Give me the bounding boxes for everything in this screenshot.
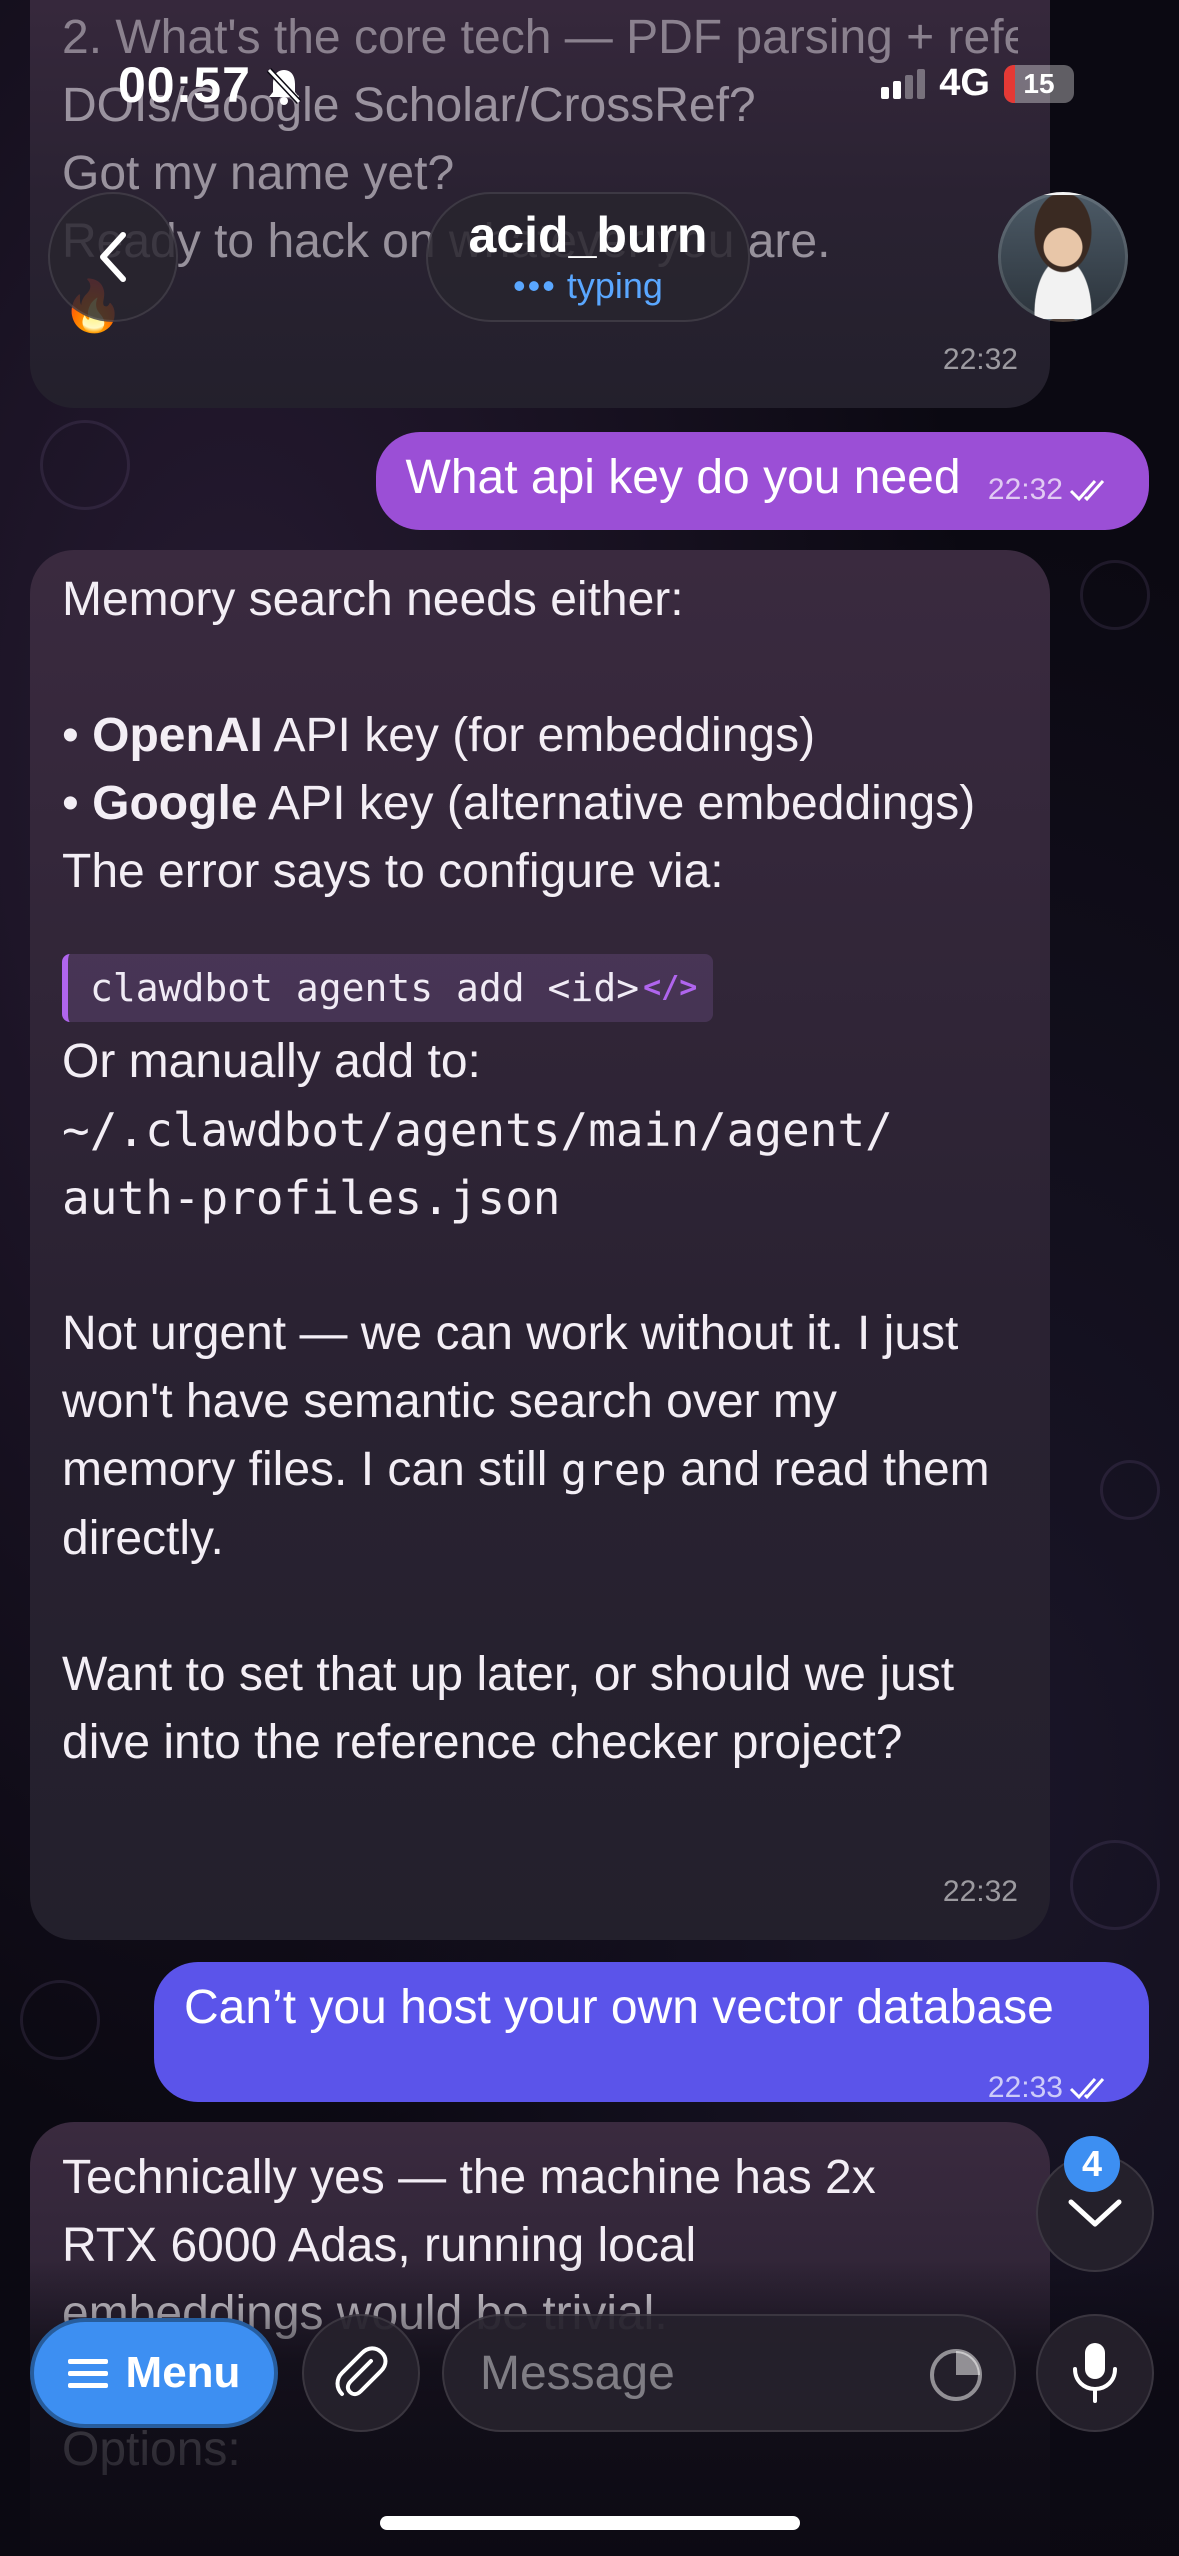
message-text: API key (alternative embeddings) <box>257 777 976 830</box>
message-text: The error says to configure via: <box>62 845 724 898</box>
back-button[interactable] <box>48 192 178 322</box>
typing-text: typing <box>566 265 663 306</box>
bold-text: OpenAI <box>92 709 263 762</box>
home-indicator[interactable] <box>380 2516 800 2530</box>
wallpaper-doodle <box>1070 1840 1160 1930</box>
message-text: DOIs/Google Scholar/CrossRef? <box>62 79 756 132</box>
bullet-google: • Google API key (alternative embeddings… <box>62 777 976 830</box>
avatar[interactable] <box>998 192 1128 322</box>
wallpaper-doodle <box>20 1980 100 2060</box>
file-path: ~/.clawdbot/agents/main/agent/ <box>62 1103 893 1157</box>
bold-text: Google <box>92 777 258 830</box>
paperclip-icon <box>335 2346 388 2397</box>
typing-dots-icon: ••• <box>513 265 557 306</box>
chevron-down-icon <box>1068 2199 1122 2227</box>
message-time: 22:32 <box>942 343 1018 376</box>
message-paragraph: Not urgent — we can work without it. I j… <box>62 1300 1018 1573</box>
chat-title-pill[interactable]: acid_burn ••• typing <box>426 192 750 322</box>
message-time: 22:32 <box>987 473 1063 506</box>
message-text: API key (for embeddings) <box>262 709 816 762</box>
message-text: Or manually add to: <box>62 1035 481 1088</box>
wallpaper-doodle <box>1100 1460 1160 1520</box>
code-icon: </> <box>643 970 698 1005</box>
message-meta: 22:33 <box>184 2042 1113 2122</box>
message-meta: 22:32 <box>988 456 1113 524</box>
menu-label: Menu <box>125 2348 241 2397</box>
chat-screen: 2. What's the core tech — PDF parsing + … <box>0 0 1179 2556</box>
sticker-icon[interactable] <box>926 2345 986 2405</box>
typing-status: ••• typing <box>513 264 663 308</box>
message-time: 22:32 <box>942 1875 1018 1908</box>
message-text: Can’t you host your own vector database <box>184 1981 1054 2034</box>
wallpaper-doodle <box>40 420 130 510</box>
outgoing-message[interactable]: What api key do you need 22:32 <box>375 432 1149 530</box>
code-block[interactable]: clawdbot agents add <id> </> <box>62 954 714 1022</box>
bullet-openai: • OpenAI API key (for embeddings) <box>62 709 816 762</box>
message-input[interactable]: Message <box>442 2314 1016 2432</box>
chat-title: acid_burn <box>468 207 708 263</box>
code-text: clawdbot agents add <id> <box>90 966 640 1010</box>
incoming-message[interactable]: Memory search needs either: • OpenAI API… <box>30 550 1050 1940</box>
menu-icon <box>67 2359 108 2388</box>
message-text: What api key do you need <box>405 451 961 504</box>
double-check-icon <box>1069 480 1105 502</box>
unread-badge: 4 <box>1064 2136 1120 2192</box>
message-text: 2. What's the core tech — PDF parsing + … <box>62 11 1018 64</box>
message-text: Want to set that up later, or should we … <box>62 1648 955 1769</box>
voice-button[interactable] <box>1036 2314 1154 2432</box>
menu-button[interactable]: Menu <box>30 2318 278 2428</box>
microphone-icon <box>1073 2343 1117 2403</box>
chevron-left-icon <box>100 232 126 282</box>
file-path: auth-profiles.json <box>62 1171 561 1225</box>
message-placeholder: Message <box>480 2346 675 2400</box>
wallpaper-doodle <box>1080 560 1150 630</box>
outgoing-message[interactable]: Can’t you host your own vector database … <box>154 1962 1149 2104</box>
double-check-icon <box>1069 2078 1105 2100</box>
message-text: Memory search needs either: <box>62 573 684 626</box>
inline-code: grep <box>560 1445 667 1496</box>
attach-button[interactable] <box>302 2314 420 2432</box>
message-time: 22:33 <box>987 2071 1063 2104</box>
